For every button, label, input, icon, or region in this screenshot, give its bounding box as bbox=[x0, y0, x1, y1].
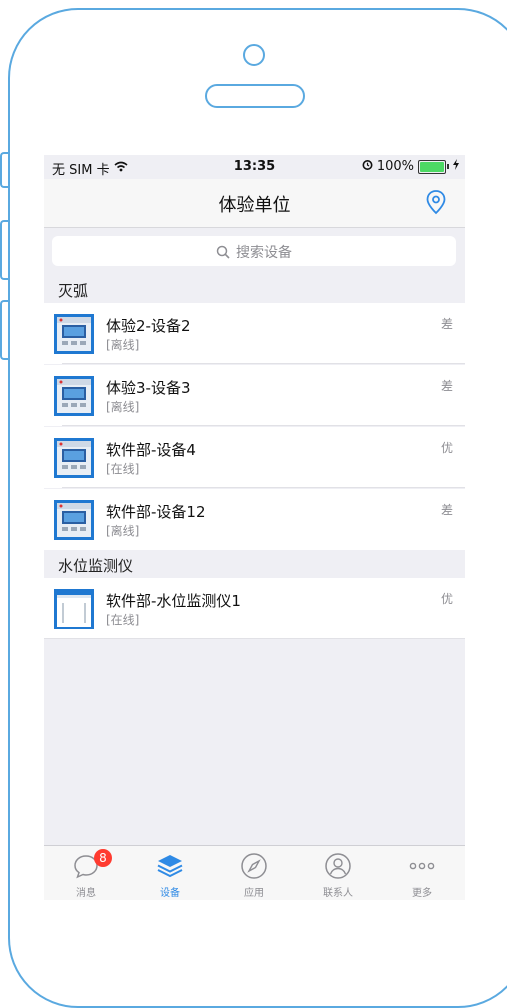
navigation-bar: 体验单位 bbox=[44, 179, 465, 228]
list-item[interactable]: 体验2-设备2 [离线] 差 bbox=[44, 303, 465, 364]
app-screen: 无 SIM 卡 13:35 100% 体验单位 搜索设备 灭弧 体验2-设备2 … bbox=[44, 155, 465, 900]
device-status: [离线] bbox=[106, 338, 140, 352]
list-item[interactable]: 软件部-水位监测仪1 [在线] 优 bbox=[44, 578, 465, 639]
device-name: 体验3-设备3 bbox=[106, 379, 191, 397]
device-panel-icon bbox=[54, 376, 94, 416]
tab-label: 联系人 bbox=[323, 888, 353, 899]
search-placeholder: 搜索设备 bbox=[236, 245, 292, 261]
battery-level-fill bbox=[420, 161, 444, 172]
tab-messages[interactable]: 8 消息 bbox=[44, 846, 128, 900]
location-pin-icon[interactable] bbox=[425, 189, 449, 215]
row-divider bbox=[62, 425, 465, 426]
device-grade: 优 bbox=[440, 592, 453, 606]
list-item[interactable]: 软件部-设备12 [离线] 差 bbox=[44, 489, 465, 550]
search-icon bbox=[216, 245, 236, 261]
device-panel-icon bbox=[54, 500, 94, 540]
alarm-icon bbox=[362, 159, 373, 174]
device-grade: 差 bbox=[440, 317, 453, 331]
device-name: 软件部-水位监测仪1 bbox=[106, 592, 241, 610]
device-status: [离线] bbox=[106, 524, 140, 538]
device-panel-icon bbox=[54, 314, 94, 354]
tab-apps[interactable]: 应用 bbox=[212, 846, 296, 900]
device-status: [在线] bbox=[106, 462, 140, 476]
device-name: 体验2-设备2 bbox=[106, 317, 191, 335]
list-item[interactable]: 软件部-设备4 [在线] 优 bbox=[44, 427, 465, 488]
search-field[interactable]: 搜索设备 bbox=[52, 236, 456, 266]
section-header-label: 灭弧 bbox=[58, 282, 89, 300]
side-button-mute bbox=[0, 152, 8, 188]
tab-bar: 8 消息 设备 应用 联系人 更多 bbox=[44, 845, 465, 900]
device-grade: 优 bbox=[440, 441, 453, 455]
device-status: [在线] bbox=[106, 613, 140, 627]
status-bar: 无 SIM 卡 13:35 100% bbox=[44, 155, 465, 179]
list-item[interactable]: 体验3-设备3 [离线] 差 bbox=[44, 365, 465, 426]
section-header: 水位监测仪 bbox=[44, 550, 465, 578]
charging-icon bbox=[453, 159, 459, 174]
row-divider bbox=[62, 363, 465, 364]
earpiece-speaker bbox=[205, 84, 305, 108]
device-grade: 差 bbox=[440, 503, 453, 517]
device-panel-icon bbox=[54, 438, 94, 478]
unread-badge: 8 bbox=[94, 849, 112, 867]
row-divider bbox=[62, 487, 465, 488]
front-camera bbox=[243, 44, 265, 66]
tab-label: 消息 bbox=[76, 888, 96, 899]
side-button-volume-up bbox=[0, 220, 8, 280]
device-name: 软件部-设备4 bbox=[106, 441, 196, 459]
device-status: [离线] bbox=[106, 400, 140, 414]
section-header-label: 水位监测仪 bbox=[58, 557, 134, 575]
row-divider bbox=[44, 638, 465, 639]
tab-label: 更多 bbox=[412, 888, 432, 899]
tab-contacts[interactable]: 联系人 bbox=[296, 846, 380, 900]
tab-more[interactable]: 更多 bbox=[380, 846, 464, 900]
device-grade: 差 bbox=[440, 379, 453, 393]
device-name: 软件部-设备12 bbox=[106, 503, 206, 521]
water-level-icon bbox=[54, 589, 94, 629]
tab-label: 设备 bbox=[160, 888, 180, 899]
page-title: 体验单位 bbox=[218, 195, 291, 216]
tab-devices[interactable]: 设备 bbox=[128, 846, 212, 900]
tab-label: 应用 bbox=[244, 888, 264, 899]
side-button-volume-down bbox=[0, 300, 8, 360]
battery-percent: 100% bbox=[376, 159, 414, 174]
battery-icon bbox=[418, 159, 449, 174]
section-header: 灭弧 bbox=[44, 275, 465, 303]
